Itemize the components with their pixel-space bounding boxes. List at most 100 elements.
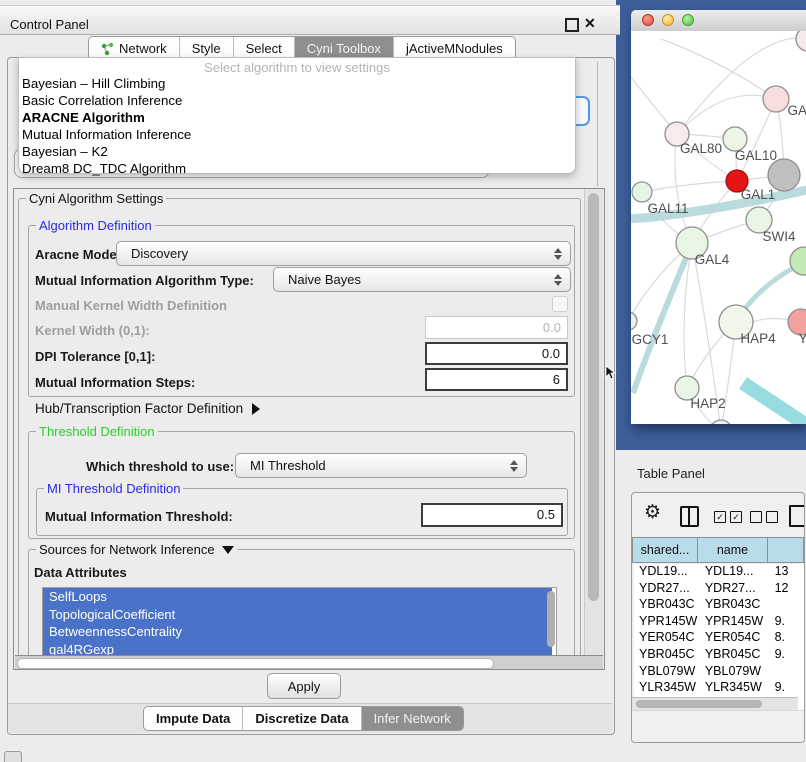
unchecked-box-icon (750, 511, 762, 523)
column-header-name[interactable]: name (698, 537, 768, 563)
algorithm-dropdown-popup[interactable]: Select algorithm to view settings Bayesi… (18, 57, 576, 174)
column-header-partial[interactable] (768, 537, 804, 563)
kernel-width-label: Kernel Width (0,1): (35, 323, 150, 338)
minimize-traffic-light-icon[interactable] (662, 14, 674, 26)
deselect-all-checkboxes-icon[interactable] (750, 511, 778, 523)
tab-discretize-data[interactable]: Discretize Data (243, 707, 361, 730)
column-layout-icon[interactable] (680, 506, 699, 527)
tab-label: Impute Data (156, 711, 230, 726)
table-header: shared... name (632, 537, 804, 563)
table-row[interactable]: YDL19...YDL19...13 (634, 564, 804, 581)
vertical-scrollbar[interactable] (584, 189, 603, 655)
apply-button[interactable]: Apply (267, 673, 341, 699)
network-window-titlebar[interactable] (631, 10, 806, 32)
table-row[interactable]: YDR27...YDR27...12 (634, 581, 804, 598)
table-row[interactable]: YBR043CYBR043C (634, 597, 804, 614)
close-icon[interactable]: ✕ (584, 15, 596, 32)
table-cell: YDL19... (700, 564, 770, 581)
which-threshold-combo[interactable]: MI Threshold (235, 453, 527, 478)
table-row[interactable]: YLR345WYLR345W9. (634, 680, 804, 697)
mi-algorithm-type-combo[interactable]: Naive Bayes (273, 267, 571, 292)
table-cell (770, 664, 804, 681)
table-row[interactable]: YBL079WYBL079W (634, 664, 804, 681)
manual-kernel-width-checkbox[interactable] (552, 296, 568, 312)
algorithm-option[interactable]: Bayesian – K2 (19, 143, 575, 160)
data-attribute-item[interactable]: TopologicalCoefficient (43, 606, 552, 624)
mi-threshold-field[interactable]: 0.5 (421, 503, 563, 527)
close-traffic-light-icon[interactable] (642, 14, 654, 26)
minimized-panel-button[interactable] (4, 751, 22, 762)
tab-impute-data[interactable]: Impute Data (144, 707, 243, 730)
mi-threshold-label: Mutual Information Threshold: (45, 509, 233, 524)
network-node[interactable] (710, 420, 732, 424)
hub-definition-expander[interactable]: Hub/Transcription Factor Definition (35, 401, 260, 416)
mi-steps-field[interactable]: 6 (425, 368, 568, 391)
zoom-traffic-light-icon[interactable] (682, 14, 694, 26)
table-cell: 8. (770, 630, 804, 647)
algorithm-option[interactable]: Basic Correlation Inference (19, 92, 575, 109)
group-title: MI Threshold Definition (44, 481, 183, 496)
float-window-icon[interactable] (565, 18, 579, 32)
network-view-window[interactable]: GALGAL80GAL10GAL1GAL11SWI4GAL4GCY1HAP4YH… (631, 10, 806, 424)
data-attributes-list[interactable]: SelfLoopsTopologicalCoefficientBetweenne… (42, 587, 557, 658)
control-panel-titlebar[interactable]: Control Panel ✕ (0, 5, 620, 35)
kernel-width-field[interactable]: 0.0 (425, 316, 568, 339)
network-node[interactable] (763, 86, 789, 112)
aracne-mode-combo[interactable]: Discovery (116, 241, 571, 266)
node-label: GAL10 (735, 148, 777, 163)
table-cell: 13 (770, 564, 804, 581)
horizontal-scrollbar[interactable] (15, 655, 603, 669)
tab-label: Discretize Data (255, 711, 348, 726)
scrollbar-thumb[interactable] (17, 658, 494, 669)
network-node[interactable] (768, 159, 800, 191)
network-node[interactable] (796, 31, 806, 51)
aracne-mode-label: Aracne Mode: (35, 247, 121, 262)
algorithm-option[interactable]: Dream8 DC_TDC Algorithm (19, 160, 575, 177)
tab-label: Cyni Toolbox (307, 41, 381, 56)
document-icon[interactable] (789, 505, 805, 527)
table-cell: 9. (770, 614, 804, 631)
table-cell: YBR045C (634, 647, 700, 664)
table-row[interactable]: YER054CYER054C8. (634, 630, 804, 647)
tab-label: Style (192, 41, 221, 56)
tab-label: Select (246, 41, 282, 56)
column-header-shared-name[interactable]: shared... (632, 537, 698, 563)
dpi-tolerance-field[interactable]: 0.0 (425, 342, 568, 365)
node-label: GAL4 (695, 252, 730, 267)
scrollbar-thumb[interactable] (588, 193, 599, 601)
table-cell: 9. (770, 647, 804, 664)
table-cell: YLR345W (634, 680, 700, 697)
chevron-down-icon[interactable] (222, 546, 234, 554)
network-node[interactable] (631, 312, 637, 330)
settings-scrollpane: Cyni Algorithm Settings Algorithm Defini… (13, 188, 605, 670)
table-body: YDL19...YDL19...13YDR27...YDR27...12YBR0… (634, 564, 804, 714)
algorithm-option[interactable]: Mutual Information Inference (19, 126, 575, 143)
select-all-checkboxes-icon[interactable]: ✓ ✓ (714, 511, 742, 523)
network-node[interactable] (632, 182, 652, 202)
table-cell: YLR345W (700, 680, 770, 697)
table-row[interactable]: YBR045CYBR045C9. (634, 647, 804, 664)
chevron-right-icon (252, 403, 260, 415)
data-attribute-item[interactable]: SelfLoops (43, 588, 552, 606)
scrollbar-thumb[interactable] (636, 700, 762, 708)
algorithm-option[interactable]: ARACNE Algorithm (19, 109, 575, 126)
table-horizontal-scrollbar[interactable] (632, 697, 798, 711)
table-cell: YDR27... (634, 581, 700, 598)
mi-algorithm-type-label: Mutual Information Algorithm Type: (35, 273, 254, 288)
algorithm-option[interactable]: Bayesian – Hill Climbing (19, 75, 575, 92)
tab-infer-network[interactable]: Infer Network (362, 707, 463, 730)
data-attribute-item[interactable]: BetweennessCentrality (43, 623, 552, 641)
group-title: Algorithm Definition (36, 218, 155, 233)
unchecked-box-icon (766, 511, 778, 523)
gear-icon[interactable]: ⚙ (644, 501, 661, 524)
algorithm-option-list: Bayesian – Hill ClimbingBasic Correlatio… (19, 75, 575, 177)
table-row[interactable]: YPR145WYPR145W9. (634, 614, 804, 631)
table-cell (770, 597, 804, 614)
node-label: GAL80 (680, 141, 722, 156)
group-title: Sources for Network Inference (36, 542, 237, 557)
tab-label: Network (119, 41, 167, 56)
network-graph[interactable]: GALGAL80GAL10GAL1GAL11SWI4GAL4GCY1HAP4YH… (631, 31, 806, 424)
network-canvas[interactable]: GALGAL80GAL10GAL1GAL11SWI4GAL4GCY1HAP4YH… (631, 31, 806, 424)
table-cell: YER054C (634, 630, 700, 647)
scrollbar-thumb[interactable] (547, 591, 555, 647)
